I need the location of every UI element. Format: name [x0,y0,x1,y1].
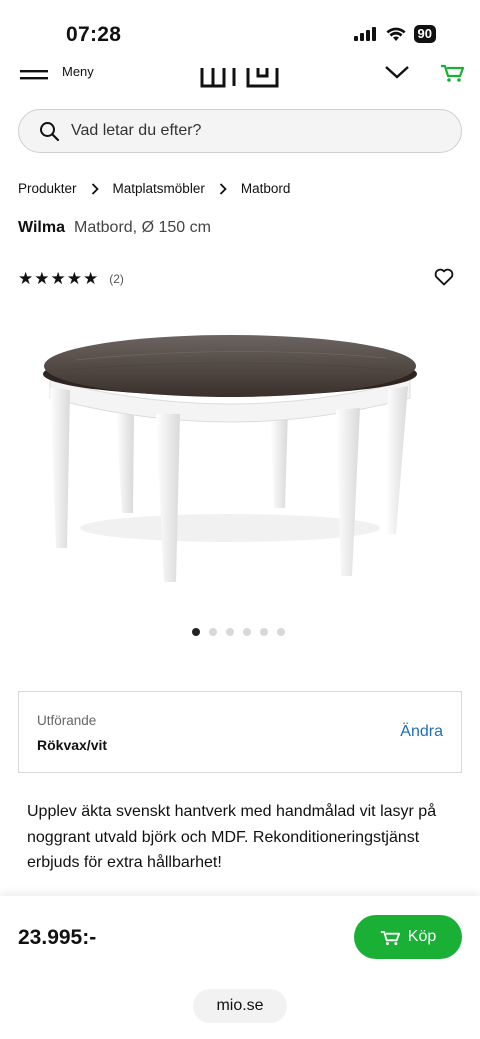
variant-label: Utförande [37,713,97,728]
carousel-dot[interactable] [226,628,234,636]
buy-button[interactable]: Köp [354,915,462,959]
status-bar: 07:28 90 [0,0,480,58]
review-count: (2) [109,272,124,286]
product-name: Wilma [18,219,65,236]
mio-logo[interactable] [200,62,280,90]
signal-icon [353,27,376,41]
rating-stars: ★★★★★ [18,269,100,288]
wifi-icon [386,27,406,41]
carousel-dot[interactable] [243,628,251,636]
menu-button[interactable]: Meny [20,62,94,80]
carousel-dot[interactable] [192,628,200,636]
product-rating[interactable]: ★★★★★ (2) [18,269,124,289]
product-description: Upplev äkta svenskt hantverk med handmål… [27,803,437,871]
product-subtitle: Matbord, Ø 150 cm [73,219,211,236]
purchase-bar: 23.995:- Köp mio.se [0,896,480,1039]
breadcrumb: Produkter Matplatsmöbler Matbord [18,181,290,196]
menu-label: Meny [62,64,94,79]
hamburger-icon [20,70,48,80]
breadcrumb-item[interactable]: Matbord [241,181,291,196]
breadcrumb-item[interactable]: Produkter [18,181,77,196]
heart-icon[interactable] [434,268,454,286]
chevron-down-icon[interactable] [384,64,410,80]
product-price: 23.995:- [18,926,97,949]
product-title: Wilma Matbord, Ø 150 cm [18,219,211,237]
chevron-right-icon [91,182,99,195]
search-icon [40,122,59,141]
chevron-right-icon [219,182,227,195]
carousel-dots [192,628,285,636]
status-icons: 90 [353,25,436,43]
status-time: 07:28 [66,23,122,46]
breadcrumb-item[interactable]: Matplatsmöbler [113,181,205,196]
site-header: Meny [0,58,480,94]
browser-url[interactable]: mio.se [193,989,287,1023]
carousel-dot[interactable] [260,628,268,636]
variant-value: Rökvax/vit [37,737,108,753]
variant-selector: Utförande Rökvax/vit Ändra [18,691,462,773]
product-image[interactable] [36,328,424,598]
carousel-dot[interactable] [209,628,217,636]
search-input[interactable]: Vad letar du efter? [18,109,462,153]
search-placeholder: Vad letar du efter? [71,122,202,139]
battery-icon: 90 [413,25,436,43]
buy-button-label: Köp [407,928,437,945]
cart-icon[interactable] [440,62,464,82]
change-variant-link[interactable]: Ändra [400,723,443,741]
carousel-dot[interactable] [277,628,285,636]
cart-icon [380,931,400,946]
